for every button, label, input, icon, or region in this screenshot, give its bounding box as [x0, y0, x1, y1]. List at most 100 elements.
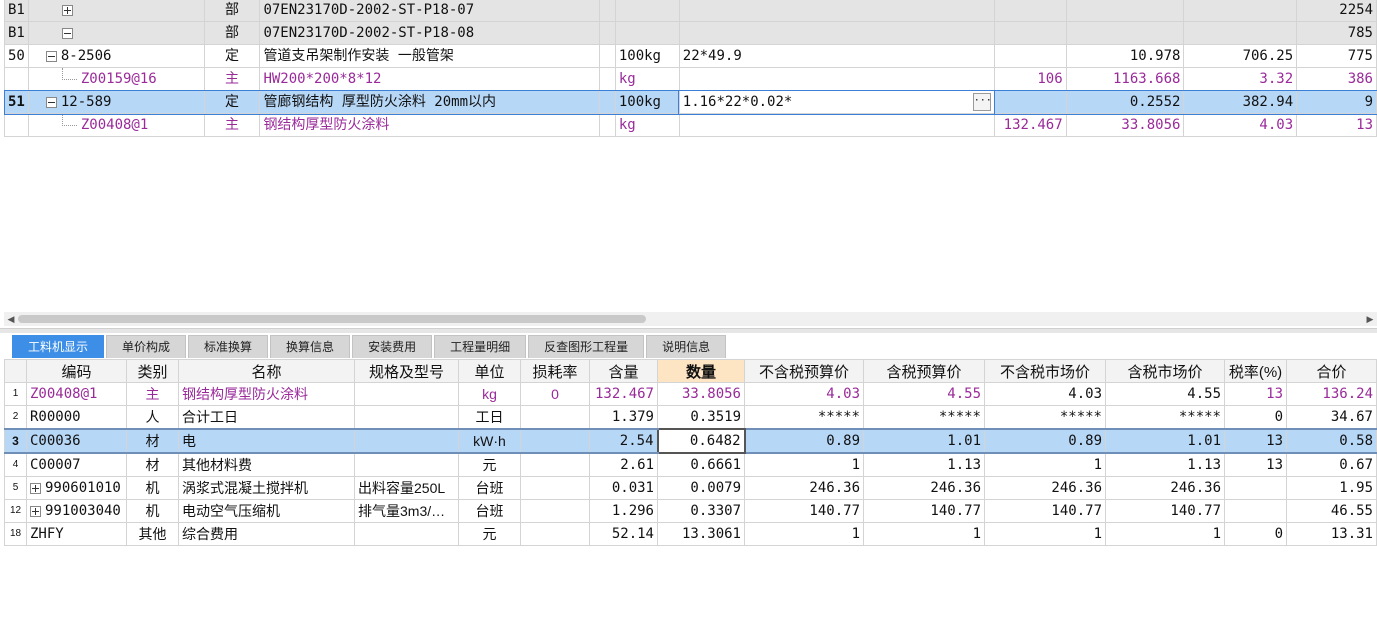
panel-splitter[interactable]	[0, 328, 1377, 333]
material-unit[interactable]: 台班	[458, 499, 521, 523]
column-header[interactable]: 规格及型号	[354, 359, 459, 383]
quantity[interactable]: 13.3061	[657, 522, 745, 546]
material-name[interactable]: 钢结构厚型防火涂料	[178, 382, 355, 406]
content-amount[interactable]: 132.467	[589, 382, 658, 406]
material-spec[interactable]	[354, 428, 459, 454]
item-code-cell[interactable]	[27, 0, 205, 22]
tab-3[interactable]: 标准换算	[188, 335, 269, 358]
content-amount[interactable]: 1.296	[589, 499, 658, 523]
loss-rate[interactable]	[520, 405, 590, 430]
column-header[interactable]: 类别	[126, 359, 179, 383]
material-name[interactable]: 合计工日	[178, 405, 355, 430]
table-row[interactable]: 2 R00000 人合计工日 工日 1.379 0.3519 ***** ***** *****…	[4, 405, 1377, 430]
tax-incl-budget-price[interactable]: 140.77	[863, 499, 985, 523]
loss-rate[interactable]	[520, 522, 590, 546]
item-code-cell[interactable]: Z00159@16	[27, 67, 205, 91]
pre-tax-budget-price[interactable]: 0.89	[744, 428, 864, 454]
pre-tax-market-price[interactable]: *****	[984, 405, 1106, 430]
quantity[interactable]: 0.3519	[657, 405, 745, 430]
tab-4[interactable]: 换算信息	[270, 335, 351, 358]
material-unit[interactable]: 工日	[458, 405, 521, 430]
scroll-left-icon[interactable]: ◀	[4, 312, 18, 326]
column-header[interactable]: 名称	[178, 359, 355, 383]
table-row[interactable]: 4 C00007 材其他材料费元 2.61 0.6661 1 1.13 1 1.13 13 0.67	[4, 452, 1377, 477]
quantity-expression[interactable]	[678, 0, 995, 22]
material-type[interactable]: 材	[126, 452, 179, 477]
tax-incl-budget-price[interactable]: 1.13	[863, 452, 985, 477]
material-code[interactable]: Z00408@1	[26, 382, 127, 406]
tax-rate[interactable]: 0	[1224, 405, 1287, 430]
pre-tax-market-price[interactable]: 0.89	[984, 428, 1106, 454]
tax-incl-budget-price[interactable]: *****	[863, 405, 985, 430]
total-price[interactable]: 13.31	[1286, 522, 1377, 546]
tab-5[interactable]: 安装费用	[352, 335, 433, 358]
total-price[interactable]: 46.55	[1286, 499, 1377, 523]
column-header[interactable]: 含税市场价	[1105, 359, 1225, 383]
tax-incl-market-price[interactable]: 140.77	[1105, 499, 1225, 523]
table-row[interactable]: 1 Z00408@1 主钢结构厚型防火涂料 kg 0 132.467 33.8056 4.03…	[4, 382, 1377, 406]
material-type[interactable]: 人	[126, 405, 179, 430]
tax-incl-market-price[interactable]: 1	[1105, 522, 1225, 546]
material-type[interactable]: 其他	[126, 522, 179, 546]
column-header[interactable]: 不含税市场价	[984, 359, 1106, 383]
material-code[interactable]: C00036	[26, 428, 127, 454]
item-unit[interactable]: 100kg	[614, 44, 680, 68]
quantity[interactable]: 33.8056	[657, 382, 745, 406]
material-name[interactable]: 其他材料费	[178, 452, 355, 477]
tax-incl-budget-price[interactable]: 1	[863, 522, 985, 546]
item-unit[interactable]	[614, 0, 680, 22]
tax-rate[interactable]: 13	[1224, 428, 1287, 454]
material-unit[interactable]: 台班	[458, 476, 521, 500]
item-code-cell[interactable]: 12-589	[27, 90, 205, 114]
column-header[interactable]: 数量	[657, 359, 745, 383]
item-name[interactable]: 钢结构厚型防火涂料	[259, 113, 600, 137]
quantity-expression[interactable]	[678, 21, 995, 45]
tax-incl-market-price[interactable]: 1.01	[1105, 428, 1225, 454]
quantity-expression[interactable]	[678, 113, 995, 137]
scroll-right-icon[interactable]: ▶	[1363, 312, 1377, 326]
loss-rate[interactable]	[520, 476, 590, 500]
total-price[interactable]: 34.67	[1286, 405, 1377, 430]
collapse-minus-icon[interactable]	[45, 96, 57, 108]
item-name[interactable]: 管廊钢结构 厚型防火涂料 20mm以内	[259, 90, 600, 114]
tab-2[interactable]: 单价构成	[106, 335, 187, 358]
quantity-expression[interactable]: 22*49.9	[678, 44, 995, 68]
material-spec[interactable]: 出料容量250L	[354, 476, 459, 500]
pre-tax-budget-price[interactable]: 140.77	[744, 499, 864, 523]
collapse-minus-icon[interactable]	[45, 50, 57, 62]
more-options-icon[interactable]: ···	[972, 93, 992, 111]
tab-1[interactable]: 工料机显示	[12, 335, 105, 358]
column-header[interactable]: 不含税预算价	[744, 359, 864, 383]
item-unit[interactable]: 100kg	[614, 90, 680, 114]
tax-rate[interactable]	[1224, 476, 1287, 500]
loss-rate[interactable]	[520, 452, 590, 477]
pre-tax-market-price[interactable]: 1	[984, 452, 1106, 477]
tax-rate[interactable]: 0	[1224, 522, 1287, 546]
loss-rate[interactable]: 0	[520, 382, 590, 406]
material-code[interactable]: ZHFY	[26, 522, 127, 546]
column-header[interactable]: 税率(%)	[1224, 359, 1287, 383]
horizontal-scrollbar[interactable]: ◀ ▶	[4, 312, 1377, 326]
loss-rate[interactable]	[520, 428, 590, 454]
material-unit[interactable]: 元	[458, 452, 521, 477]
total-price[interactable]: 0.58	[1286, 428, 1377, 454]
table-row[interactable]: 18 ZHFY 其他 综合费用元 52.14 13.3061 1 1 1 1 0 13.31	[4, 522, 1377, 546]
quantity[interactable]: 0.0079	[657, 476, 745, 500]
collapse-minus-icon[interactable]	[61, 27, 73, 39]
item-code-cell[interactable]	[27, 21, 205, 45]
table-row[interactable]: 12 991003040 机电动空气压缩机 排气量3m3/… 台班 1.296 0.3307…	[4, 499, 1377, 523]
quantity-expression[interactable]	[678, 67, 995, 91]
column-header[interactable]: 合价	[1286, 359, 1377, 383]
tax-rate[interactable]	[1224, 499, 1287, 523]
top-row[interactable]: B1 部 07EN23170D-2002-ST-P18-08 785	[4, 21, 1377, 45]
tax-incl-market-price[interactable]: *****	[1105, 405, 1225, 430]
item-name[interactable]: 07EN23170D-2002-ST-P18-07	[259, 0, 600, 22]
content-amount[interactable]: 2.54	[589, 428, 658, 454]
item-unit[interactable]	[614, 21, 680, 45]
material-name[interactable]: 涡浆式混凝土搅拌机	[178, 476, 355, 500]
column-header[interactable]: 含量	[589, 359, 658, 383]
column-header[interactable]: 单位	[458, 359, 521, 383]
tax-rate[interactable]: 13	[1224, 382, 1287, 406]
tax-incl-budget-price[interactable]: 246.36	[863, 476, 985, 500]
material-name[interactable]: 电	[178, 428, 355, 454]
